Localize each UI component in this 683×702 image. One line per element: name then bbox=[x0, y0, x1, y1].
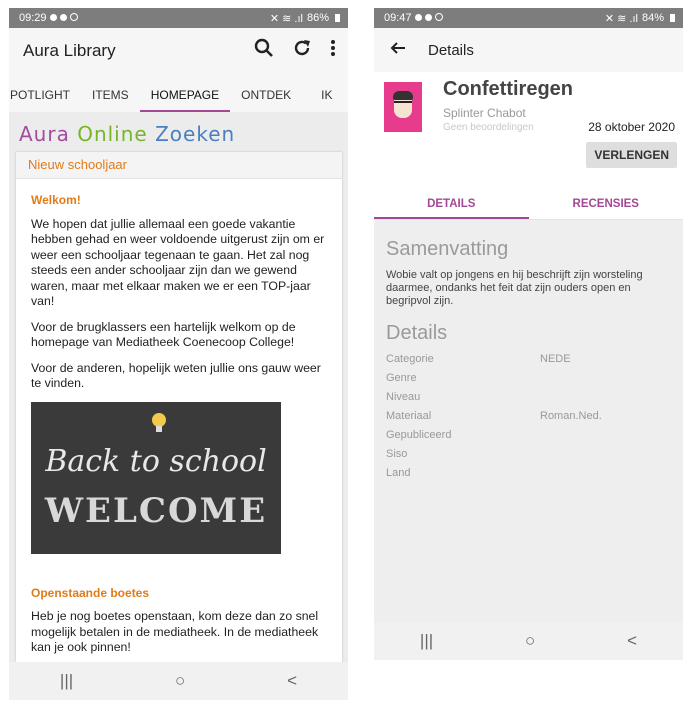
status-time: 09:47 bbox=[384, 12, 412, 24]
homepage-content: Aura Online Zoeken Nieuw schooljaar Welk… bbox=[9, 112, 348, 672]
home-icon[interactable]: ○ bbox=[525, 631, 535, 651]
search-icon[interactable] bbox=[254, 38, 274, 64]
status-icons: ✕ ≋ .ıl 86% bbox=[270, 12, 340, 25]
details-content: Samenvatting Wobie valt op jongens en hi… bbox=[374, 220, 683, 660]
back-arrow-icon[interactable] bbox=[390, 41, 406, 59]
card-title: Nieuw schooljaar bbox=[16, 152, 342, 179]
status-bar: 09:47 ✕ ≋ .ıl 84% bbox=[374, 8, 683, 28]
due-date: 28 oktober 2020 bbox=[588, 120, 675, 134]
detail-row: Materiaal Roman.Ned. bbox=[386, 410, 602, 422]
home-icon[interactable]: ○ bbox=[175, 671, 185, 691]
detail-row: Gepubliceerd bbox=[386, 429, 452, 441]
renew-button[interactable]: VERLENGEN bbox=[586, 142, 677, 168]
book-author: Splinter Chabot bbox=[443, 106, 526, 120]
detail-row: Genre bbox=[386, 372, 417, 384]
battery-icon bbox=[670, 14, 675, 22]
tab-homepage[interactable]: HOMEPAGE bbox=[139, 88, 231, 112]
welcome-heading: Welkom! bbox=[31, 193, 81, 207]
detail-row: Siso bbox=[386, 448, 408, 460]
status-icons: ✕ ≋ .ıl 84% bbox=[605, 12, 675, 25]
paragraph: Voor de brugklassers een hartelijk welko… bbox=[31, 319, 296, 350]
tab-ik[interactable]: IK bbox=[310, 88, 343, 112]
summary-text: Wobie valt op jongens en hij beschrijft … bbox=[386, 269, 643, 307]
status-bar: 09:29 ✕ ≋ .ıl 86% bbox=[9, 8, 348, 28]
book-cover-image bbox=[384, 82, 422, 132]
page-title: Details bbox=[428, 41, 474, 59]
system-nav-bar: ||| ○ < bbox=[374, 622, 683, 660]
battery-percent: 86% bbox=[306, 12, 329, 24]
detail-row: Land bbox=[386, 467, 411, 479]
system-nav-bar: ||| ○ < bbox=[9, 662, 348, 700]
refresh-icon[interactable] bbox=[292, 38, 312, 64]
app-bar: Details bbox=[374, 28, 683, 72]
detail-row: Niveau bbox=[386, 391, 421, 403]
right-screen: 09:47 ✕ ≋ .ıl 84% Details Confettiregen S… bbox=[374, 8, 683, 660]
app-title: Aura Library bbox=[23, 41, 116, 60]
status-time: 09:29 bbox=[19, 12, 47, 24]
image-caption: WELCOME bbox=[44, 490, 268, 531]
tab-reviews[interactable]: RECENSIES bbox=[529, 190, 683, 219]
tab-bar: POTLIGHT ITEMS HOMEPAGE ONTDEK IK bbox=[9, 74, 348, 112]
paragraph: Voor de anderen, hopelijk weten jullie o… bbox=[31, 360, 321, 391]
book-title: Confettiregen bbox=[443, 78, 573, 100]
image-caption: Back to school bbox=[45, 443, 267, 479]
battery-percent: 84% bbox=[641, 12, 664, 24]
more-icon[interactable] bbox=[330, 39, 336, 63]
aura-banner: Aura Online Zoeken bbox=[19, 122, 236, 146]
tab-ontdek[interactable]: ONTDEK bbox=[230, 88, 302, 112]
paragraph: Heb je nog boetes openstaan, kom deze da… bbox=[31, 609, 319, 654]
details-heading: Details bbox=[386, 322, 448, 344]
fines-heading: Openstaande boetes bbox=[31, 585, 150, 600]
back-icon[interactable]: < bbox=[287, 671, 297, 691]
tab-spotlight[interactable]: POTLIGHT bbox=[9, 88, 81, 112]
paragraph: We hopen dat jullie allemaal een goede v… bbox=[31, 216, 325, 309]
battery-icon bbox=[335, 14, 340, 22]
detail-row: Categorie NEDE bbox=[386, 353, 571, 365]
lightbulb-icon bbox=[152, 412, 166, 432]
news-card: Nieuw schooljaar Welkom! We hopen dat ju… bbox=[16, 152, 342, 664]
left-screen: 09:29 ✕ ≋ .ıl 86% Aura Library POTLIGHT I… bbox=[9, 8, 348, 700]
book-rating: Geen beoordelingen bbox=[443, 122, 534, 133]
back-icon[interactable]: < bbox=[627, 631, 637, 651]
book-header: Confettiregen Splinter Chabot Geen beoor… bbox=[374, 72, 683, 190]
recents-icon[interactable]: ||| bbox=[420, 631, 433, 651]
summary-heading: Samenvatting bbox=[386, 238, 509, 260]
recents-icon[interactable]: ||| bbox=[60, 671, 73, 691]
app-bar: Aura Library bbox=[9, 28, 348, 74]
tab-details[interactable]: DETAILS bbox=[374, 190, 529, 219]
detail-tabs: DETAILS RECENSIES bbox=[374, 190, 683, 220]
back-to-school-image: Back to school WELCOME bbox=[31, 401, 281, 554]
tab-items[interactable]: ITEMS bbox=[81, 88, 140, 112]
